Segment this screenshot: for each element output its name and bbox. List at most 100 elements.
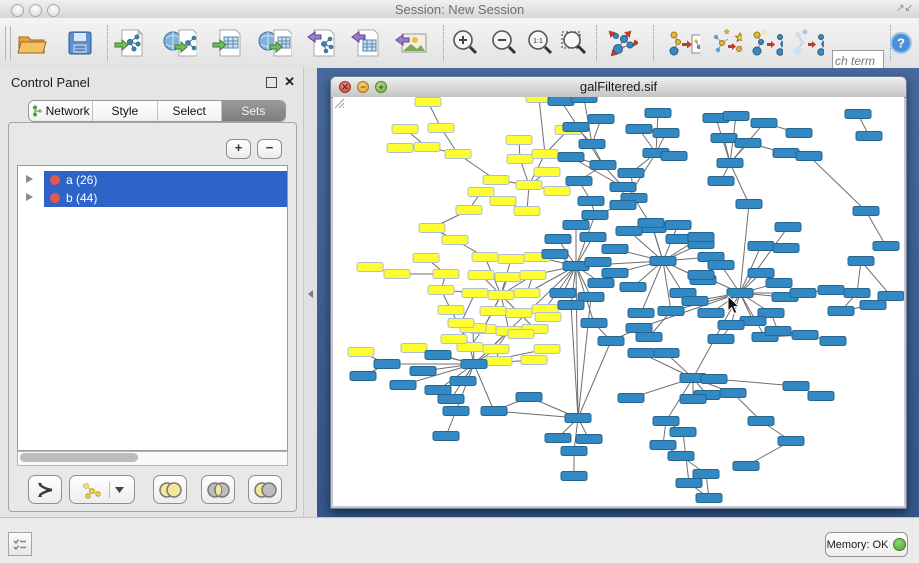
graph-node[interactable]: [468, 188, 494, 197]
graph-node[interactable]: [620, 283, 646, 292]
graph-node[interactable]: [645, 109, 671, 118]
tab-select[interactable]: Select: [158, 101, 222, 121]
graph-node[interactable]: [387, 144, 413, 153]
graph-node[interactable]: [558, 301, 584, 310]
graph-node[interactable]: [558, 153, 584, 162]
graph-node[interactable]: [665, 221, 691, 230]
graph-node[interactable]: [628, 309, 654, 318]
graph-node[interactable]: [410, 367, 436, 376]
resize-grip-icon[interactable]: [333, 97, 345, 109]
tab-style[interactable]: Style: [93, 101, 157, 121]
float-panel-icon[interactable]: [266, 77, 277, 88]
graph-node[interactable]: [711, 134, 737, 143]
graph-node[interactable]: [461, 360, 487, 369]
graph-node[interactable]: [650, 441, 676, 450]
graph-node[interactable]: [392, 125, 418, 134]
graph-node[interactable]: [610, 201, 636, 210]
graph-node[interactable]: [514, 207, 540, 216]
set-row-a[interactable]: a (26): [18, 171, 287, 189]
graph-node[interactable]: [626, 125, 652, 134]
graph-node[interactable]: [661, 152, 687, 161]
import-table-file-icon[interactable]: [211, 27, 245, 59]
graph-node[interactable]: [545, 235, 571, 244]
graph-node[interactable]: [534, 345, 560, 354]
graph-node[interactable]: [878, 292, 904, 301]
graph-node[interactable]: [576, 435, 602, 444]
import-network-url-icon[interactable]: [163, 27, 197, 59]
graph-node[interactable]: [566, 177, 592, 186]
graph-node[interactable]: [778, 437, 804, 446]
graph-node[interactable]: [820, 337, 846, 346]
difference-sets-button[interactable]: [248, 475, 282, 504]
sets-list[interactable]: a (26) b (44): [17, 165, 288, 451]
graph-node[interactable]: [506, 136, 532, 145]
graph-node[interactable]: [374, 360, 400, 369]
zoom-out-icon[interactable]: [487, 27, 521, 59]
add-set-button[interactable]: +: [226, 139, 251, 159]
graph-node[interactable]: [401, 344, 427, 353]
graph-node[interactable]: [445, 150, 471, 159]
memory-status-button[interactable]: Memory: OK: [825, 532, 908, 557]
graph-node[interactable]: [676, 479, 702, 488]
graph-node[interactable]: [433, 432, 459, 441]
graph-node[interactable]: [425, 351, 451, 360]
graph-node[interactable]: [438, 306, 464, 315]
graph-node[interactable]: [472, 253, 498, 262]
help-icon[interactable]: ?: [888, 27, 914, 59]
graph-node[interactable]: [425, 386, 451, 395]
graph-node[interactable]: [450, 377, 476, 386]
set-row-b[interactable]: b (44): [18, 189, 287, 207]
show-all-icon[interactable]: [790, 27, 824, 59]
graph-node[interactable]: [775, 223, 801, 232]
graph-node[interactable]: [448, 319, 474, 328]
graph-node[interactable]: [733, 462, 759, 471]
graph-node[interactable]: [773, 244, 799, 253]
graph-node[interactable]: [480, 307, 506, 316]
graph-node[interactable]: [748, 269, 774, 278]
zoom-in-icon[interactable]: [448, 27, 482, 59]
hide-selected-icon[interactable]: [749, 27, 783, 59]
graph-node[interactable]: [638, 219, 664, 228]
graph-node[interactable]: [390, 381, 416, 390]
graph-node[interactable]: [708, 261, 734, 270]
graph-node[interactable]: [598, 337, 624, 346]
graph-node[interactable]: [723, 112, 749, 121]
graph-node[interactable]: [790, 289, 816, 298]
graph-node[interactable]: [507, 155, 533, 164]
graph-node[interactable]: [688, 271, 714, 280]
graph-node[interactable]: [650, 257, 676, 266]
graph-node[interactable]: [456, 206, 482, 215]
graph-node[interactable]: [428, 124, 454, 133]
graph-node[interactable]: [618, 394, 644, 403]
graph-node[interactable]: [442, 236, 468, 245]
graph-node[interactable]: [441, 335, 467, 344]
graph-node[interactable]: [618, 169, 644, 178]
fullscreen-icon[interactable]: ↗↙: [896, 3, 913, 14]
graph-node[interactable]: [357, 263, 383, 272]
graph-node[interactable]: [718, 321, 744, 330]
union-sets-button[interactable]: [153, 475, 187, 504]
graph-node[interactable]: [610, 183, 636, 192]
graph-node[interactable]: [350, 372, 376, 381]
graph-node[interactable]: [561, 447, 587, 456]
graph-node[interactable]: [348, 348, 374, 357]
network-window[interactable]: ✕ − + galFiltered.sif: [330, 76, 907, 509]
create-set-dropdown-button[interactable]: [69, 475, 135, 504]
graph-node[interactable]: [415, 98, 441, 107]
graph-node[interactable]: [701, 375, 727, 384]
graph-node[interactable]: [856, 132, 882, 141]
automation-tasks-button[interactable]: [8, 532, 32, 556]
graph-node[interactable]: [483, 345, 509, 354]
graph-node[interactable]: [818, 286, 844, 295]
graph-node[interactable]: [616, 227, 642, 236]
graph-node[interactable]: [514, 289, 540, 298]
graph-node[interactable]: [796, 152, 822, 161]
graph-node[interactable]: [748, 417, 774, 426]
graph-node[interactable]: [792, 331, 818, 340]
graph-node[interactable]: [419, 224, 445, 233]
graph-node[interactable]: [766, 279, 792, 288]
graph-node[interactable]: [544, 187, 570, 196]
graph-node[interactable]: [579, 140, 605, 149]
intersect-sets-button[interactable]: [201, 475, 235, 504]
graph-node[interactable]: [506, 309, 532, 318]
